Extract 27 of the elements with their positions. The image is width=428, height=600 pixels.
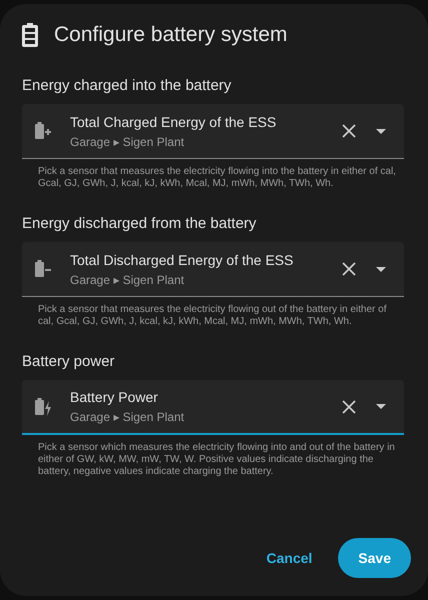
field-value: Battery Power [70,389,159,405]
caret-icon [376,128,386,134]
section-label: Battery power [22,353,116,370]
cancel-button[interactable]: Cancel [264,540,314,576]
battery-icon [22,23,38,47]
section-label: Energy discharged from the battery [22,215,258,232]
close-icon [342,262,356,276]
field-location: Garage ▸ Sigen Plant [70,272,186,286]
dialog-title: Configure battery system [54,23,288,47]
entity-picker-field[interactable]: Battery Power Garage ▸ Sigen Plant [22,380,404,435]
close-icon [342,124,356,138]
caret-icon [376,266,386,272]
close-icon [342,400,356,414]
battery-plus-icon [34,121,52,141]
helper-text: Pick a sensor that measures the electricity flowing into the battery in either of cal, Gcal, GJ, GWh, J, kcal, kJ, kWh, Mcal, MJ, mWh, MWh, TWh, Wh. [37,165,397,190]
helper-text: Pick a sensor that measures the electricity flowing out of the battery in either of cal, Gcal, GJ, GWh, J, kcal, kJ, kWh, Mcal, MJ, mWh, MWh, TWh, Wh. [37,303,388,328]
field-value: Total Discharged Energy of the ESS [70,252,294,268]
field-value: Total Charged Energy of the ESS [70,114,278,130]
helper-text: Pick a sensor which measures the electricity flowing into and out of the battery in either of GW, kW, MW, mW, TW, W. Positive values indicate discharging the battery, negative values indicate charging the battery. [37,441,396,478]
section-label: Energy charged into the battery [22,77,232,94]
battery-minus-icon [34,259,52,279]
field-location: Garage ▸ Sigen Plant [70,134,186,148]
entity-picker-field[interactable]: Total Discharged Energy of the ESS Garage ▸ Sigen Plant [22,242,404,297]
entity-picker-field[interactable]: Total Charged Energy of the ESS Garage ▸ Sigen Plant [22,104,404,159]
caret-icon [376,404,386,409]
field-location: Garage ▸ Sigen Plant [70,410,186,424]
battery-bolt-icon [34,396,52,416]
